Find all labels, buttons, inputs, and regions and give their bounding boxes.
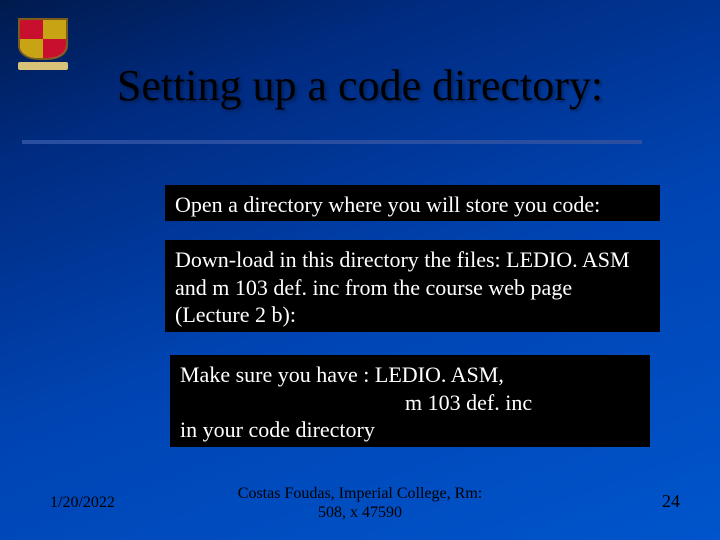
instruction-box-3: Make sure you have : LEDIO. ASM, m 103 d… xyxy=(170,355,650,447)
title-underline xyxy=(22,140,642,144)
instruction-text-2: Down-load in this directory the files: L… xyxy=(175,247,630,327)
footer-author-line1: Costas Foudas, Imperial College, Rm: xyxy=(0,485,720,503)
instruction-text-1: Open a directory where you will store yo… xyxy=(175,192,600,217)
instruction-text-3a: Make sure you have : LEDIO. ASM, xyxy=(180,362,504,387)
instruction-box-2: Down-load in this directory the files: L… xyxy=(165,240,660,332)
footer-page-number: 24 xyxy=(662,491,680,512)
slide-title: Setting up a code directory: xyxy=(0,60,720,111)
footer-author: Costas Foudas, Imperial College, Rm: 508… xyxy=(0,485,720,522)
slide: Setting up a code directory: Open a dire… xyxy=(0,0,720,540)
instruction-text-3b: m 103 def. inc xyxy=(180,389,640,417)
instruction-text-3c: in your code directory xyxy=(180,417,375,442)
instruction-box-1: Open a directory where you will store yo… xyxy=(165,185,660,221)
footer-author-line2: 508, x 47590 xyxy=(0,504,720,522)
